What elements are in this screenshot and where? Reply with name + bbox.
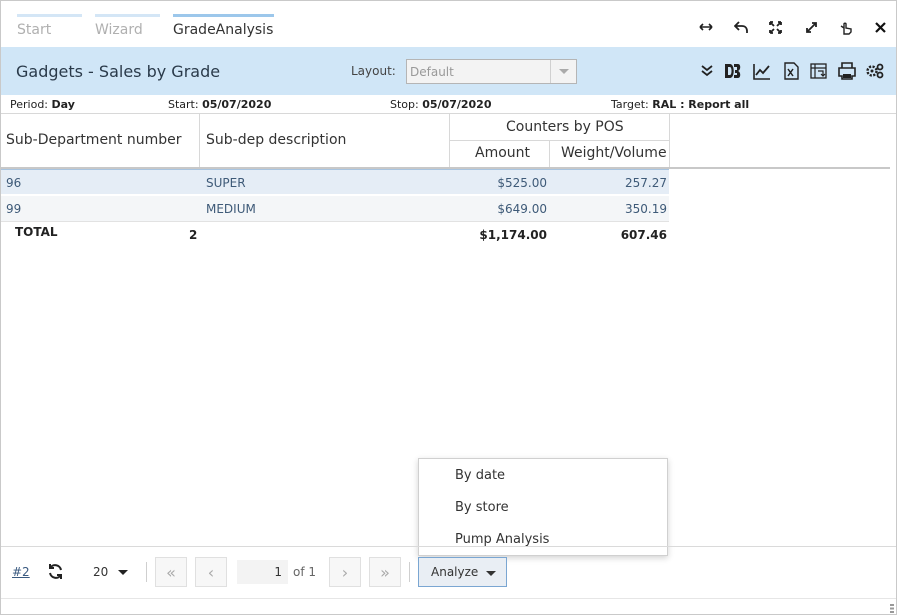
tab-indicator (95, 14, 160, 17)
total-weight: 607.46 (620, 228, 667, 242)
layout-select[interactable]: Default (406, 59, 577, 84)
analyze-label: Analyze (431, 565, 479, 579)
period-value: Day (51, 98, 75, 111)
period-info: Period: Day (10, 98, 75, 111)
double-chevron-right-icon: » (380, 562, 390, 582)
column-header-subdept[interactable]: Sub-Department number (6, 132, 182, 148)
next-page-button[interactable]: › (329, 557, 361, 587)
stop-info: Stop: 05/07/2020 (390, 98, 491, 111)
tab-start-label: Start (17, 22, 52, 38)
cell-desc: SUPER (206, 176, 246, 190)
group-header-counters: Counters by POS (506, 119, 624, 135)
tab-wizard-label: Wizard (95, 22, 143, 38)
resize-grip-icon[interactable] (890, 604, 895, 613)
target-info: Target: RAL : Report all (611, 98, 749, 111)
footer-separator (146, 562, 147, 582)
cell-weight: 257.27 (625, 176, 667, 190)
excel-export-icon[interactable] (781, 61, 801, 81)
column-header-weight[interactable]: Weight/Volume (561, 145, 667, 161)
tab-gradeanalysis[interactable]: GradeAnalysis (173, 14, 274, 46)
column-divider (549, 140, 550, 167)
query-link[interactable]: #2 (12, 565, 30, 579)
caret-down-icon (486, 571, 496, 576)
menu-item-by-date[interactable]: By date (455, 468, 505, 483)
chevron-down-icon (118, 570, 129, 575)
start-value: 05/07/2020 (202, 98, 272, 111)
prev-page-button[interactable]: ‹ (195, 557, 227, 587)
layout-label: Layout: (351, 64, 396, 78)
total-amount: $1,174.00 (479, 228, 547, 242)
fit-icon[interactable] (766, 18, 784, 36)
stop-label: Stop: (390, 98, 419, 111)
page-number-input[interactable] (237, 560, 288, 584)
double-chevron-left-icon: « (166, 562, 176, 582)
page-count: of 1 (293, 565, 317, 579)
d3-icon[interactable] (723, 61, 743, 81)
menu-item-by-store[interactable]: By store (455, 500, 509, 515)
footer-separator (409, 562, 410, 582)
target-label: Target: (611, 98, 649, 111)
period-label: Period: (10, 98, 49, 111)
target-value: RAL : Report all (652, 98, 750, 111)
layout-select-value: Default (410, 65, 454, 79)
cell-amount: $649.00 (497, 202, 547, 216)
report-header: Gadgets - Sales by Grade Layout: Default (1, 47, 896, 95)
undo-icon[interactable] (732, 18, 750, 36)
total-label: TOTAL (15, 225, 58, 239)
tab-start[interactable]: Start (17, 14, 82, 46)
table-row[interactable]: 96 SUPER $525.00 257.27 (1, 169, 669, 194)
row-divider (1, 221, 669, 222)
menu-item-pump-analysis[interactable]: Pump Analysis (455, 532, 549, 547)
last-page-button[interactable]: » (369, 557, 401, 587)
column-divider (199, 113, 200, 167)
page-size-value: 20 (93, 565, 109, 579)
cell-amount: $525.00 (497, 176, 547, 190)
start-info: Start: 05/07/2020 (168, 98, 271, 111)
total-count: 2 (189, 228, 198, 242)
page-title: Gadgets - Sales by Grade (16, 62, 221, 81)
print-icon[interactable] (837, 61, 857, 81)
page-size-select[interactable]: 20 (93, 565, 129, 579)
first-page-button[interactable]: « (155, 557, 187, 587)
group-header-divider (449, 140, 670, 141)
tab-gradeanalysis-label: GradeAnalysis (173, 22, 274, 38)
cell-number: 99 (6, 202, 22, 216)
pointer-icon[interactable] (837, 18, 855, 36)
chevron-down-icon (550, 60, 576, 83)
resize-horizontal-icon[interactable] (697, 18, 715, 36)
tab-wizard[interactable]: Wizard (95, 14, 160, 46)
start-label: Start: (168, 98, 199, 111)
chevron-left-icon: ‹ (207, 562, 215, 582)
refresh-icon[interactable] (47, 563, 64, 583)
collapse-icon[interactable] (697, 61, 717, 81)
cell-number: 96 (6, 176, 22, 190)
footer-divider (1, 546, 896, 547)
chevron-right-icon: › (341, 562, 349, 582)
settings-icon[interactable] (865, 61, 885, 81)
expand-icon[interactable] (802, 18, 820, 36)
footer-bottom-divider (1, 598, 896, 599)
tab-indicator (17, 14, 82, 17)
column-header-desc[interactable]: Sub-dep description (206, 132, 346, 148)
pivot-icon[interactable] (809, 61, 829, 81)
analyze-button[interactable]: Analyze (418, 557, 507, 587)
close-icon[interactable] (871, 18, 889, 36)
table-row[interactable]: 99 MEDIUM $649.00 350.19 (1, 196, 669, 221)
tab-indicator (173, 14, 274, 17)
line-chart-icon[interactable] (752, 61, 772, 81)
stop-value: 05/07/2020 (422, 98, 492, 111)
analyze-menu: By date By store Pump Analysis (418, 458, 668, 556)
cell-weight: 350.19 (625, 202, 667, 216)
cell-desc: MEDIUM (206, 202, 256, 216)
column-header-amount[interactable]: Amount (475, 145, 530, 161)
